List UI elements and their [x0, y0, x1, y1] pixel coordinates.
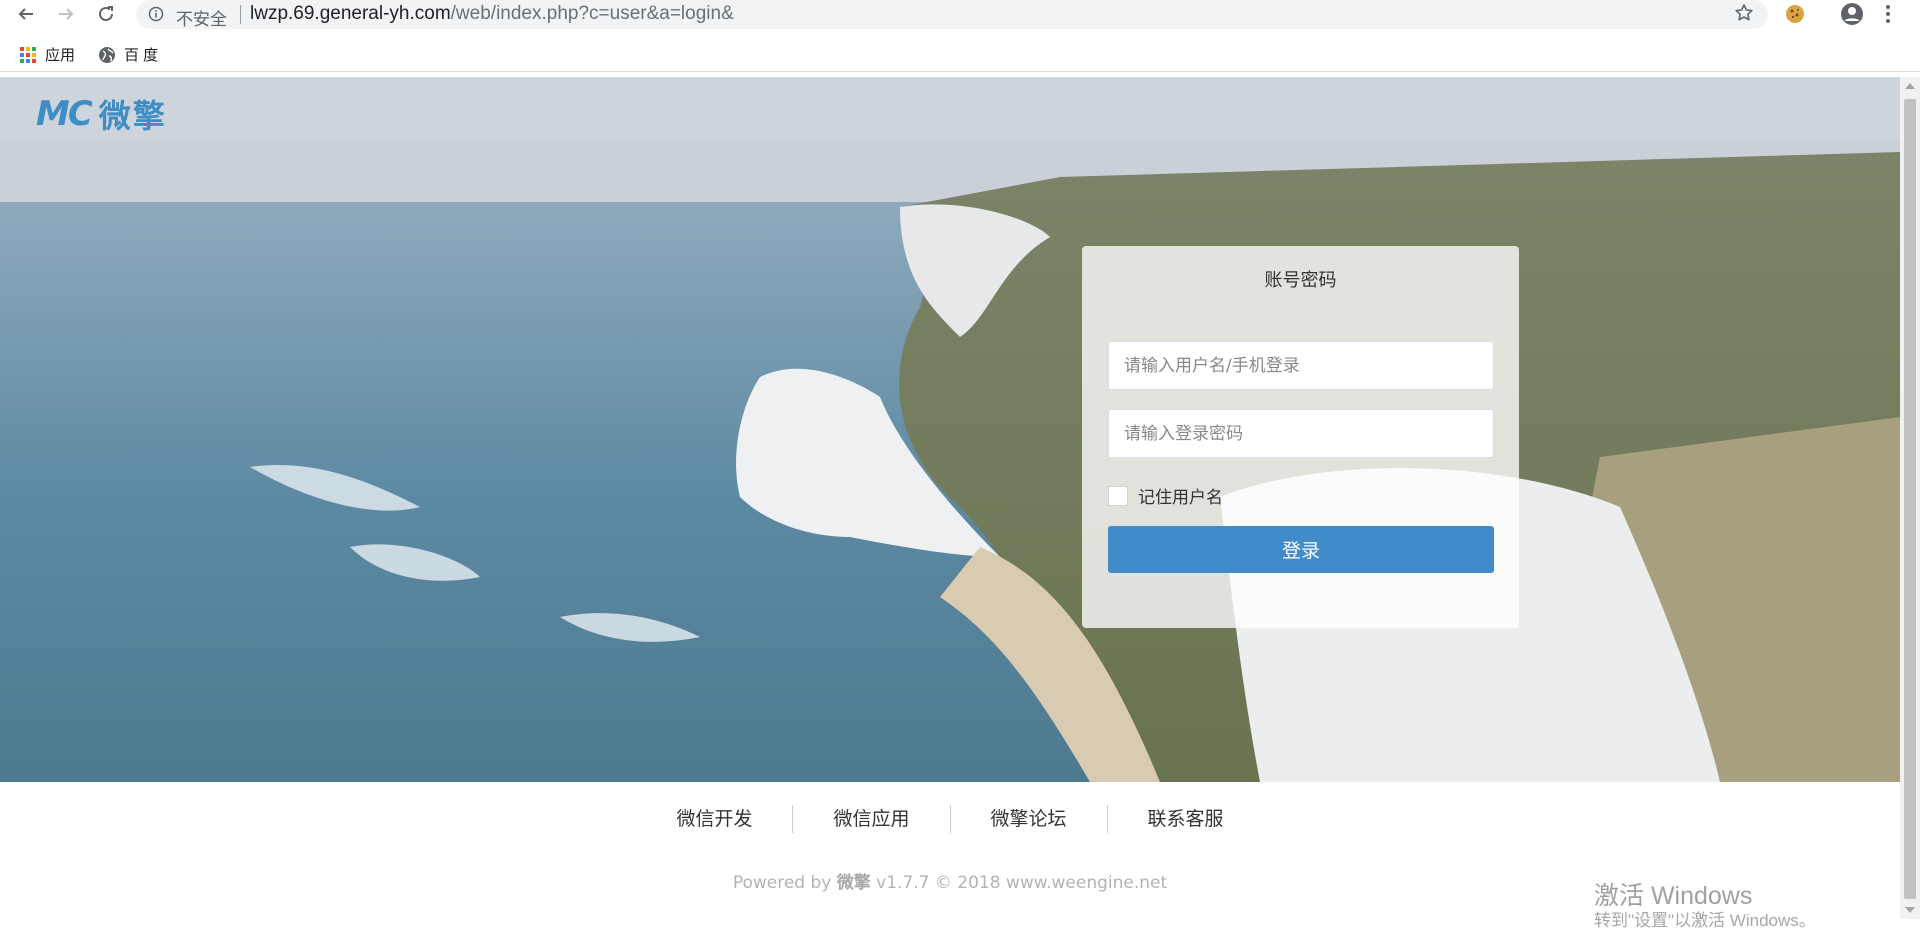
remember-label: 记住用户名: [1138, 488, 1223, 508]
footer-link-support[interactable]: 联系客服: [1106, 805, 1264, 833]
info-icon[interactable]: [148, 6, 164, 26]
login-button[interactable]: 登录: [1108, 526, 1494, 573]
back-button[interactable]: [14, 2, 38, 26]
url-path: /web/index.php?c=user&a=login&: [450, 3, 734, 24]
forward-button[interactable]: [54, 2, 78, 26]
forward-arrow-icon: [59, 8, 74, 20]
title-divider: [1108, 301, 1494, 302]
scroll-down-arrow-icon[interactable]: [1905, 907, 1915, 913]
header-bar: [0, 77, 1900, 141]
browser-toolbar: 不安全 lwzp.69.general-yh.com/web/index.php…: [0, 0, 1920, 29]
bookmark-baidu-label: 百 度: [124, 47, 159, 64]
back-arrow-icon: [18, 8, 33, 20]
security-label: 不安全: [176, 10, 227, 29]
vertical-scrollbar[interactable]: [1900, 77, 1920, 919]
apps-grid-icon: [20, 46, 36, 63]
logo-text: 微擎: [98, 97, 167, 135]
reload-icon: [99, 6, 113, 21]
address-bar[interactable]: 不安全 lwzp.69.general-yh.com/web/index.php…: [136, 0, 1768, 29]
page-viewport: MC 微擎 账号密码 记住用户名 登录 微信开发 微信应用 微擎论坛 联系客服 …: [0, 77, 1900, 919]
copyright-suffix: v1.7.7 © 2018 www.weengine.net: [870, 873, 1168, 893]
scroll-thumb[interactable]: [1904, 99, 1916, 899]
bookmark-star-icon[interactable]: [1734, 3, 1754, 27]
remember-username[interactable]: 记住用户名: [1108, 483, 1223, 508]
password-input[interactable]: [1109, 410, 1493, 457]
copyright-prefix: Powered by: [732, 873, 837, 893]
username-field: [1108, 341, 1494, 390]
login-card: 账号密码 记住用户名 登录: [1082, 246, 1519, 628]
footer-links: 微信开发 微信应用 微擎论坛 联系客服: [0, 805, 1900, 833]
url-text[interactable]: lwzp.69.general-yh.com/web/index.php?c=u…: [250, 3, 734, 25]
bookmarks-bar: 应用 百 度: [0, 37, 1920, 72]
login-title: 账号密码: [1264, 270, 1337, 291]
reload-button[interactable]: [94, 2, 118, 26]
hero-background: MC 微擎 账号密码 记住用户名 登录: [0, 77, 1900, 782]
brand-logo[interactable]: MC 微擎: [36, 91, 167, 137]
globe-icon: [99, 46, 115, 63]
footer-link-forum[interactable]: 微擎论坛: [949, 805, 1107, 833]
menu-kebab-icon[interactable]: [1884, 3, 1892, 29]
address-divider: [240, 5, 241, 24]
bookmark-apps[interactable]: 应用: [19, 44, 75, 65]
bookmark-baidu[interactable]: 百 度: [98, 44, 158, 65]
remember-checkbox[interactable]: [1108, 485, 1128, 506]
landscape-photo: [0, 77, 1900, 782]
profile-avatar-icon[interactable]: [1840, 2, 1864, 30]
username-input[interactable]: [1109, 342, 1493, 389]
password-field: [1108, 409, 1494, 458]
bookmark-apps-label: 应用: [45, 47, 76, 64]
logo-mark: MC: [36, 94, 93, 134]
cookie-extension-icon[interactable]: [1784, 3, 1806, 29]
url-host: lwzp.69.general-yh.com: [250, 3, 451, 24]
scroll-up-arrow-icon[interactable]: [1905, 83, 1915, 89]
footer-link-wechat-dev[interactable]: 微信开发: [636, 805, 792, 833]
copyright-brand: 微擎: [836, 873, 871, 893]
footer-link-wechat-apps[interactable]: 微信应用: [792, 805, 949, 833]
